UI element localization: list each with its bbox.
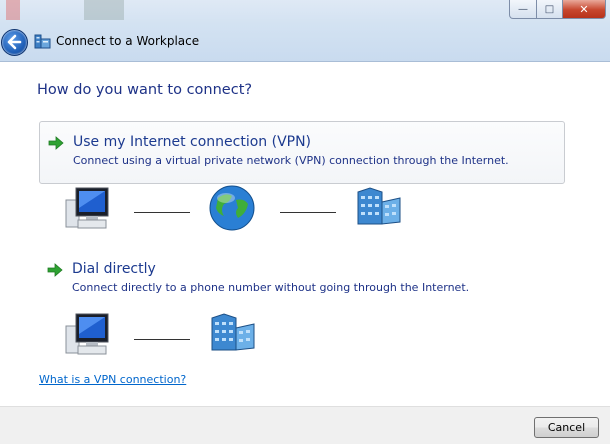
footer-bar: Cancel <box>0 406 610 444</box>
maximize-button[interactable]: □ <box>537 0 563 19</box>
workplace-building-icon <box>211 313 255 351</box>
connection-line <box>134 212 190 213</box>
background-window-ghost <box>6 0 20 20</box>
main-content: How do you want to connect? Use my Inter… <box>0 62 610 406</box>
maximize-icon: □ <box>544 3 555 15</box>
connection-line <box>280 212 336 213</box>
option-dial-directly[interactable]: Dial directly Connect directly to a phon… <box>39 256 563 300</box>
close-icon: ✕ <box>579 2 589 16</box>
close-button[interactable]: ✕ <box>563 0 606 19</box>
green-arrow-icon <box>47 263 63 277</box>
option-dial-title: Dial directly <box>72 261 156 277</box>
minimize-icon: — <box>518 3 528 15</box>
workplace-building-icon <box>357 187 401 225</box>
green-arrow-icon <box>48 136 64 150</box>
computer-icon <box>65 313 109 355</box>
cancel-button[interactable]: Cancel <box>534 417 599 438</box>
workplace-network-icon <box>34 34 51 49</box>
dial-diagram <box>60 310 280 362</box>
minimize-button[interactable]: — <box>509 0 537 19</box>
back-arrow-icon <box>7 34 22 50</box>
computer-icon <box>65 187 109 229</box>
option-vpn-description: Connect using a virtual private network … <box>73 154 509 167</box>
back-button[interactable] <box>1 29 28 56</box>
wizard-title: Connect to a Workplace <box>56 34 200 48</box>
globe-icon <box>209 185 255 231</box>
option-vpn[interactable]: Use my Internet connection (VPN) Connect… <box>39 121 565 184</box>
page-heading: How do you want to connect? <box>37 82 253 98</box>
option-dial-description: Connect directly to a phone number witho… <box>72 281 470 294</box>
vpn-diagram <box>60 182 420 238</box>
connection-line <box>134 339 190 340</box>
title-bar: — □ ✕ Connect to a Workplace <box>0 0 610 62</box>
option-vpn-title: Use my Internet connection (VPN) <box>73 134 312 150</box>
window-controls: — □ ✕ <box>509 0 606 19</box>
vpn-help-link[interactable]: What is a VPN connection? <box>39 373 186 386</box>
background-window-ghost <box>84 0 124 20</box>
